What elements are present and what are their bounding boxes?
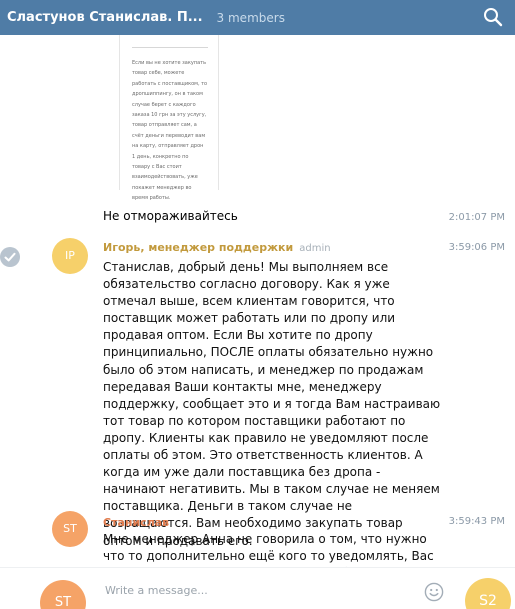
- avatar[interactable]: IP: [52, 238, 88, 274]
- message-text: Станислав, добрый день! Мы выполняем все…: [103, 260, 441, 548]
- chat-window: Сластунов Станислав. П... 3 members Если…: [0, 0, 515, 609]
- message-time: 3:59:06 PM: [448, 242, 505, 253]
- avatar[interactable]: ST: [52, 511, 88, 547]
- author-name[interactable]: Станислав: [103, 516, 169, 529]
- read-check-icon: [0, 247, 20, 267]
- message-time: 2:01:07 PM: [448, 212, 505, 223]
- message-text: Не отмораживайтесь: [103, 209, 238, 223]
- admin-badge: admin: [299, 243, 331, 254]
- message-author[interactable]: Игорь, менеджер поддержки admin: [103, 241, 331, 254]
- search-icon[interactable]: [483, 7, 503, 27]
- emoji-icon[interactable]: [424, 582, 444, 602]
- chat-header: Сластунов Станислав. П... 3 members: [0, 0, 515, 35]
- document-preview-text: Если вы не хотите закупать товар себе, м…: [132, 60, 208, 202]
- message-list[interactable]: Если вы не хотите закупать товар себе, м…: [0, 35, 515, 567]
- message-input[interactable]: Write a message...: [105, 584, 208, 597]
- members-count[interactable]: 3 members: [217, 11, 285, 25]
- message-time: 3:59:43 PM: [448, 516, 505, 527]
- document-preview[interactable]: Если вы не хотите закупать товар себе, м…: [119, 35, 219, 201]
- author-name[interactable]: Игорь, менеджер поддержки: [103, 241, 293, 254]
- chat-title[interactable]: Сластунов Станислав. П...: [7, 10, 203, 25]
- document-divider: [132, 47, 208, 48]
- message-text: Мне менеджер Анна не говорила о том, что…: [103, 532, 434, 567]
